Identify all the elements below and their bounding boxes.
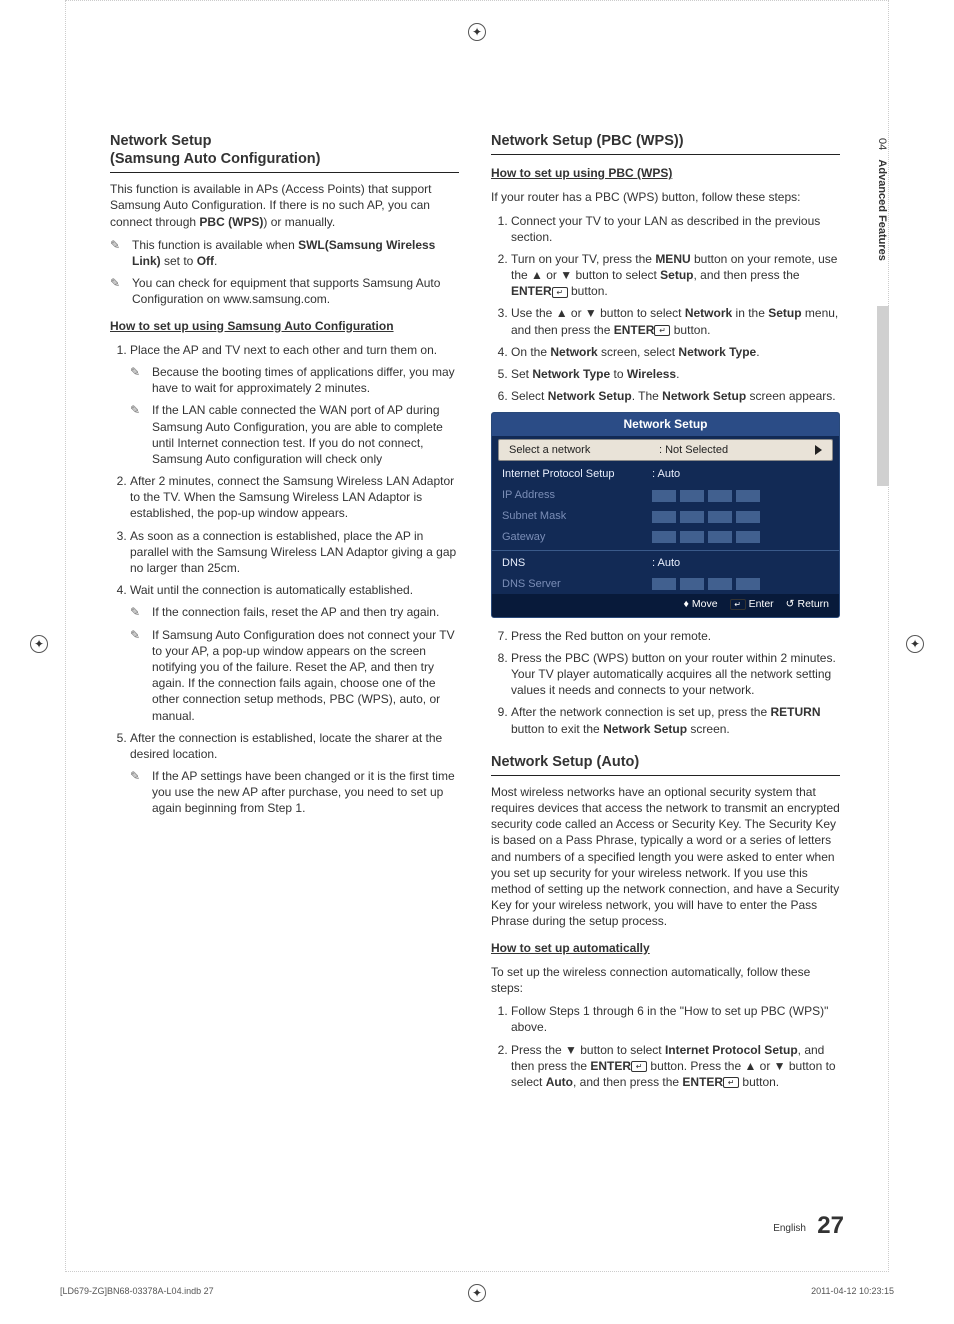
note-icon: ✎: [130, 364, 144, 396]
updown-icon: ♦: [684, 597, 689, 611]
page-number: 27: [817, 1210, 844, 1242]
step-item: Press the PBC (WPS) button on your route…: [511, 650, 840, 699]
section-heading-auto: Network Setup (Auto): [491, 753, 840, 776]
auto-lead: To set up the wireless connection automa…: [491, 964, 840, 996]
left-column: Network Setup (Samsung Auto Configuratio…: [110, 132, 459, 1096]
registration-mark-icon: [906, 635, 924, 653]
panel-row-select-network: Select a network : Not Selected: [498, 439, 833, 462]
intro-line: If your router has a PBC (WPS) button, f…: [491, 189, 840, 205]
step-item: After the network connection is set up, …: [511, 704, 840, 736]
note-item: ✎ You can check for equipment that suppo…: [110, 275, 459, 307]
sub-heading: How to set up using PBC (WPS): [491, 165, 840, 181]
note-icon: ✎: [130, 402, 144, 467]
note-icon: ✎: [110, 275, 124, 307]
registration-mark-icon: [468, 23, 486, 41]
chapter-title: Advanced Features: [876, 159, 888, 260]
section-heading-samsung-auto: Network Setup (Samsung Auto Configuratio…: [110, 132, 459, 173]
step-item: Press the ▼ button to select Internet Pr…: [511, 1042, 840, 1091]
note-item: ✎ This function is available when SWL(Sa…: [110, 237, 459, 269]
step-item: Use the ▲ or ▼ button to select Network …: [511, 305, 840, 337]
step-item: After the connection is established, loc…: [130, 730, 459, 817]
enter-icon: [631, 1061, 647, 1072]
step-item: After 2 minutes, connect the Samsung Wir…: [130, 473, 459, 522]
enter-icon: [730, 599, 746, 610]
step-item: Select Network Setup. The Network Setup …: [511, 388, 840, 404]
sub-heading: How to set up using Samsung Auto Configu…: [110, 318, 459, 334]
enter-icon: [723, 1077, 739, 1088]
note-icon: ✎: [130, 768, 144, 817]
steps-list-pbc-cont: Press the Red button on your remote. Pre…: [491, 628, 840, 737]
steps-list-pbc: Connect your TV to your LAN as described…: [491, 213, 840, 405]
panel-row-dns: DNS : Auto: [492, 553, 839, 574]
step-item: Follow Steps 1 through 6 in the "How to …: [511, 1003, 840, 1035]
note-icon: ✎: [110, 237, 124, 269]
panel-row-subnet: Subnet Mask: [492, 506, 839, 527]
step-item: Set Network Type to Wireless.: [511, 366, 840, 382]
right-column: Network Setup (PBC (WPS)) How to set up …: [491, 132, 840, 1096]
panel-row-ips: Internet Protocol Setup : Auto: [492, 464, 839, 485]
step-item: On the Network screen, select Network Ty…: [511, 344, 840, 360]
panel-row-gateway: Gateway: [492, 527, 839, 548]
note-icon: ✎: [130, 627, 144, 724]
step-item: Press the Red button on your remote.: [511, 628, 840, 644]
steps-list: Place the AP and TV next to each other a…: [110, 342, 459, 817]
registration-mark-icon: [468, 1284, 486, 1302]
auto-intro: Most wireless networks have an optional …: [491, 784, 840, 930]
note-icon: ✎: [130, 604, 144, 620]
chevron-right-icon: [815, 445, 822, 455]
panel-title: Network Setup: [492, 413, 839, 435]
panel-row-dns-server: DNS Server: [492, 574, 839, 595]
panel-row-ip: IP Address: [492, 485, 839, 506]
enter-icon: [654, 325, 670, 336]
section-heading-pbc: Network Setup (PBC (WPS)): [491, 132, 840, 155]
return-icon: ↺: [786, 597, 795, 611]
network-setup-panel: Network Setup Select a network : Not Sel…: [491, 412, 840, 617]
step-item: Connect your TV to your LAN as described…: [511, 213, 840, 245]
side-thumb-index: [877, 306, 889, 486]
intro-paragraph: This function is available in APs (Acces…: [110, 181, 459, 230]
footer-filename: [LD679-ZG]BN68-03378A-L04.indb 27: [60, 1285, 214, 1297]
footer-timestamp: 2011-04-12 10:23:15: [811, 1285, 894, 1297]
chapter-number: 04: [876, 138, 888, 150]
panel-footer: ♦ Move Enter ↺ Return: [492, 594, 839, 616]
steps-list-auto: Follow Steps 1 through 6 in the "How to …: [491, 1003, 840, 1090]
chapter-side-tab: 04 Advanced Features: [865, 132, 889, 302]
step-item: Wait until the connection is automatical…: [130, 582, 459, 724]
enter-icon: [552, 287, 568, 298]
step-item: Place the AP and TV next to each other a…: [130, 342, 459, 467]
sub-heading: How to set up automatically: [491, 940, 840, 956]
page-language: English: [773, 1222, 806, 1236]
registration-mark-icon: [30, 635, 48, 653]
step-item: As soon as a connection is established, …: [130, 528, 459, 577]
step-item: Turn on your TV, press the MENU button o…: [511, 251, 840, 300]
